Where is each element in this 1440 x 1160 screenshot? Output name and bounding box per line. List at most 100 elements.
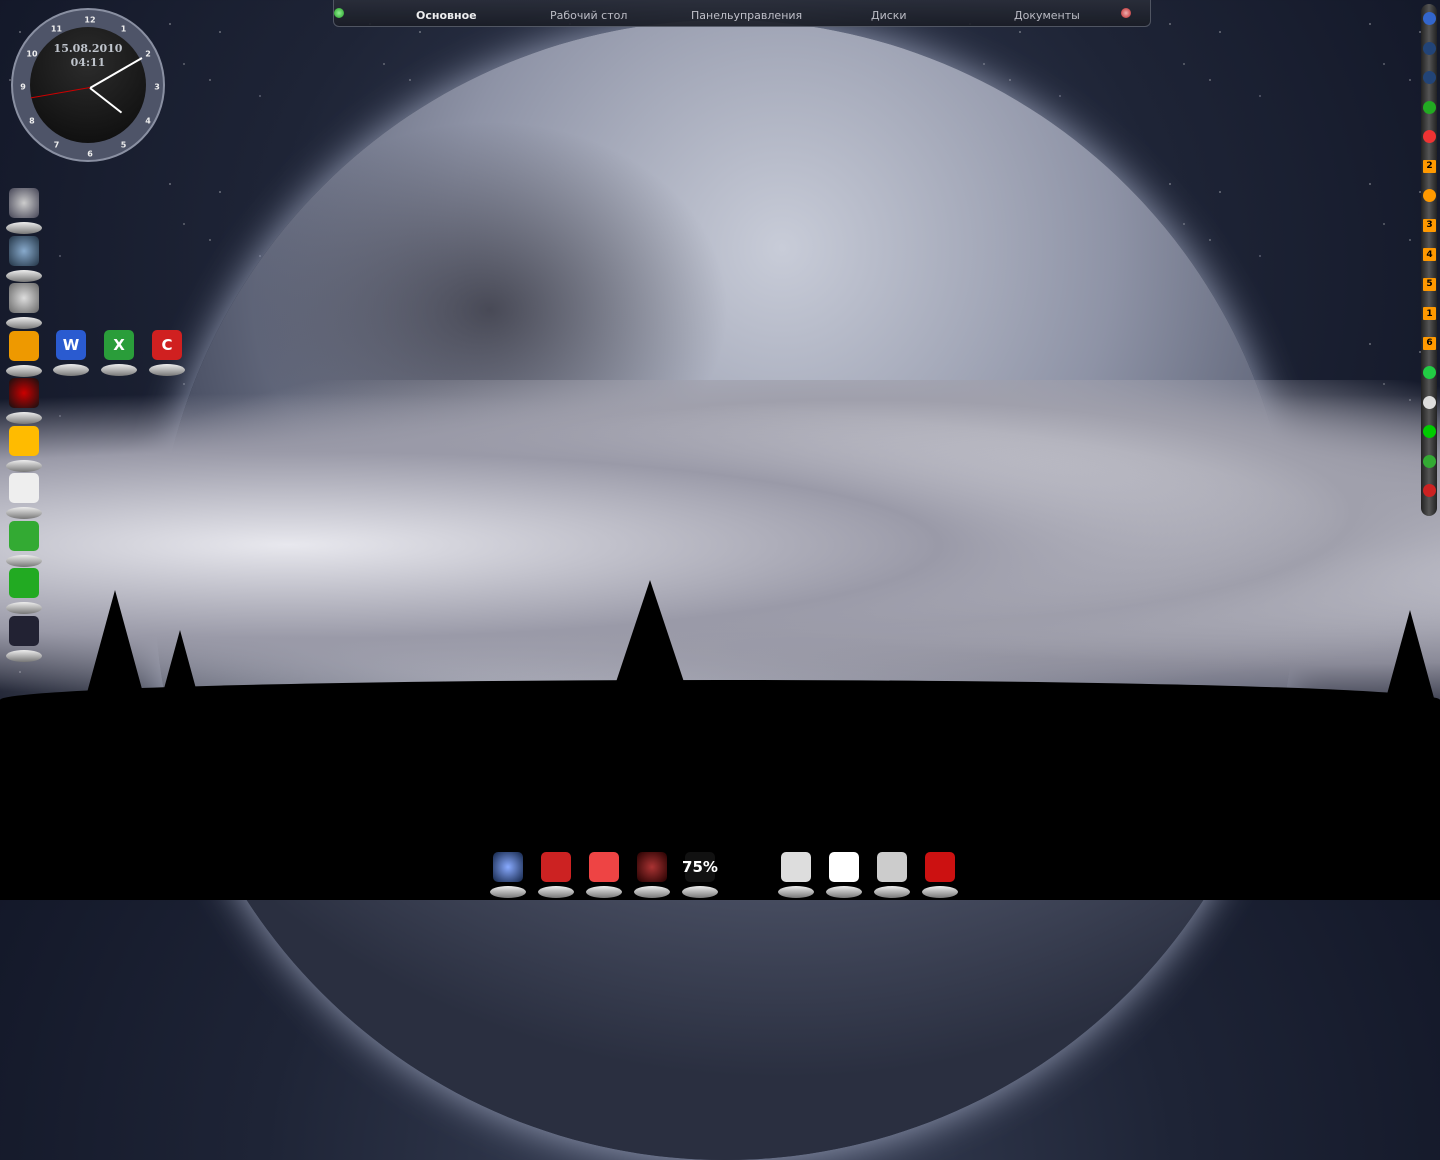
pedestal — [586, 886, 622, 898]
notepad-glyph — [9, 473, 39, 503]
terminal-icon[interactable] — [1423, 41, 1436, 55]
wallpaper-ground — [0, 680, 1440, 900]
pedestal — [6, 269, 42, 282]
window-opera-icon[interactable] — [824, 852, 864, 898]
gear-icon[interactable] — [1423, 130, 1436, 143]
clock-number: 6 — [87, 149, 93, 159]
terminal-glyph — [9, 615, 39, 646]
settings-glyph — [9, 283, 39, 313]
top-menu-bar: Основное Рабочий стол Панельуправления Д… — [333, 0, 1151, 27]
pedestal — [6, 412, 42, 424]
window-terminal-icon[interactable] — [872, 852, 912, 898]
meter-icon[interactable] — [1423, 425, 1436, 438]
window-floppy-icon[interactable] — [776, 852, 816, 898]
cpu-monitor-icon[interactable]: 75% — [680, 852, 720, 898]
pedestal — [682, 886, 718, 898]
clock-number: 4 — [145, 116, 151, 125]
network-glyph — [9, 520, 39, 551]
globe-glyph — [9, 235, 39, 266]
tab-main[interactable]: Основное — [416, 9, 477, 22]
utorrent-icon[interactable] — [4, 568, 44, 614]
clock-number: 3 — [154, 82, 160, 92]
settings-glyph — [589, 852, 619, 882]
app-w-glyph: W — [56, 330, 86, 360]
pedestal — [6, 364, 42, 377]
play-icon[interactable] — [1423, 12, 1436, 25]
network-icon[interactable] — [4, 520, 44, 567]
right-quick-launch-bar: 2 3 4 5 1 6 — [1421, 4, 1437, 516]
pedestal — [778, 886, 814, 898]
kaspersky-icon[interactable] — [4, 378, 44, 424]
tab-desktop[interactable]: Рабочий стол — [550, 9, 627, 22]
office-icon[interactable] — [4, 330, 44, 377]
clock-number: 11 — [50, 24, 63, 34]
cpu-monitor-glyph: 75% — [682, 852, 718, 882]
app-w-icon[interactable]: W — [51, 330, 91, 376]
floppy-icon[interactable] — [536, 852, 576, 898]
clock-number: 7 — [53, 140, 60, 150]
number-icon[interactable]: 6 — [1423, 336, 1436, 350]
chart-icon[interactable] — [1423, 100, 1436, 114]
floppy-glyph — [541, 852, 571, 882]
tab-control-panel[interactable]: Панельуправления — [691, 9, 802, 22]
office-glyph — [9, 330, 39, 361]
globe-icon[interactable] — [4, 235, 44, 282]
pedestal — [6, 649, 42, 662]
number-icon[interactable]: 3 — [1423, 218, 1436, 232]
clock-number: 8 — [29, 116, 35, 125]
pedestal — [149, 364, 185, 376]
green-led-icon[interactable] — [334, 8, 344, 18]
smile-icon[interactable] — [1423, 189, 1436, 202]
number-icon[interactable]: 5 — [1423, 277, 1436, 291]
cubes-glyph — [925, 852, 955, 882]
window-floppy-glyph — [781, 852, 811, 882]
notepad-icon[interactable] — [4, 473, 44, 519]
pedestal — [6, 602, 42, 614]
settings-icon[interactable] — [4, 283, 44, 329]
terminal-icon[interactable] — [4, 615, 44, 662]
box-glyph — [9, 425, 39, 456]
clock-number: 12 — [84, 15, 96, 25]
number-icon[interactable]: 1 — [1423, 307, 1436, 320]
pedestal — [6, 554, 42, 567]
opera-o-icon[interactable] — [632, 852, 672, 898]
pedestal — [6, 222, 42, 234]
network-icon[interactable] — [1423, 366, 1436, 379]
tab-documents[interactable]: Документы — [1014, 9, 1080, 22]
pedestal — [6, 507, 42, 519]
check-icon[interactable] — [1423, 454, 1436, 468]
clock-number: 10 — [26, 49, 38, 58]
webcam-icon[interactable] — [4, 188, 44, 234]
pedestal — [922, 886, 958, 898]
settings-icon[interactable] — [584, 852, 624, 898]
app-c-icon[interactable]: C — [147, 330, 187, 376]
clock-widget: 15.08.2010 04:11 12 1 2 3 4 5 6 7 8 9 10 11 — [11, 8, 165, 162]
wallpaper-tree — [85, 590, 145, 700]
number-icon[interactable]: 4 — [1423, 248, 1436, 261]
opera-o-glyph — [637, 852, 667, 882]
window-terminal-glyph — [877, 852, 907, 882]
number-icon[interactable]: 2 — [1423, 159, 1436, 173]
terminal-icon[interactable] — [1423, 71, 1436, 84]
utorrent-glyph — [9, 568, 39, 598]
download-icon[interactable] — [488, 852, 528, 898]
app-c-glyph: C — [152, 330, 182, 360]
clock-number: 5 — [120, 140, 127, 150]
clock-number: 2 — [145, 49, 151, 58]
app-x-icon[interactable]: X — [99, 330, 139, 376]
pedestal — [634, 886, 670, 898]
pedestal — [101, 364, 137, 376]
box-icon[interactable] — [4, 425, 44, 472]
monitor-icon[interactable] — [1423, 395, 1436, 409]
volume-icon[interactable] — [1423, 484, 1436, 497]
pedestal — [538, 886, 574, 898]
kaspersky-glyph — [9, 378, 39, 408]
download-glyph — [493, 852, 523, 882]
pedestal — [53, 364, 89, 376]
tab-disks[interactable]: Диски — [871, 9, 907, 22]
cubes-icon[interactable] — [920, 852, 960, 898]
clock-number: 1 — [120, 24, 127, 34]
wallpaper-clouds — [0, 380, 1440, 710]
app-x-glyph: X — [104, 330, 134, 360]
red-led-icon[interactable] — [1121, 8, 1131, 18]
